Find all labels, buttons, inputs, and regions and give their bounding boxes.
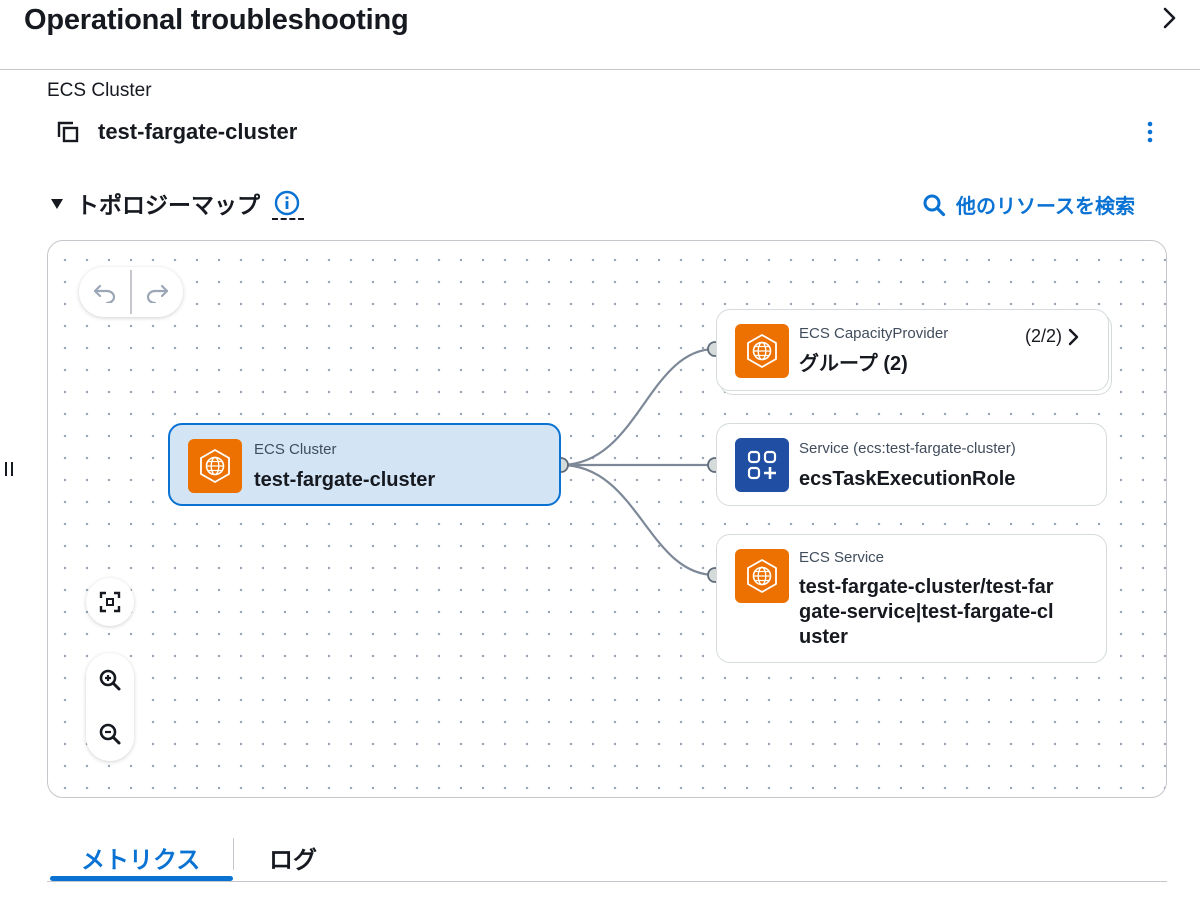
- search-link-label: 他のリソースを検索: [956, 196, 1135, 218]
- node-name-label: test-fargate-cluster/test-far gate-servi…: [799, 576, 1054, 648]
- search-other-resources-link[interactable]: 他のリソースを検索: [922, 190, 1135, 219]
- ecs-globe-icon: [188, 439, 242, 493]
- resource-name: test-fargate-cluster: [98, 119, 298, 144]
- tab-divider: [233, 838, 234, 870]
- more-actions-icon[interactable]: [1140, 118, 1160, 146]
- redo-icon: [147, 284, 169, 303]
- node-count-label: (2/2): [1024, 326, 1062, 346]
- chevron-right-icon[interactable]: [1158, 4, 1182, 32]
- node-type-label: ECS Service: [799, 549, 885, 566]
- active-tab-indicator: [50, 876, 233, 881]
- ecs-globe-icon: [735, 324, 789, 378]
- zoom-controls: [86, 653, 134, 761]
- undo-icon: [93, 284, 115, 303]
- zoom-out-button[interactable]: [86, 707, 134, 761]
- node-type-label: ECS CapacityProvider: [799, 325, 949, 342]
- chevron-right-icon: [1068, 328, 1079, 345]
- tab-logs[interactable]: ログ: [269, 834, 317, 880]
- zoom-in-icon: [99, 669, 121, 691]
- fit-view-button[interactable]: [86, 578, 134, 626]
- fit-view-icon: [99, 591, 121, 613]
- topology-expander[interactable]: トポロジーマップ: [50, 186, 304, 220]
- zoom-in-button[interactable]: [86, 653, 134, 707]
- search-icon: [923, 194, 946, 216]
- topology-node-ecs-cluster[interactable]: ECS Cluster test-fargate-cluster: [168, 423, 561, 506]
- redo-button[interactable]: [132, 267, 183, 317]
- undo-button[interactable]: [79, 267, 130, 317]
- service-grid-icon: [735, 438, 789, 492]
- node-type-label: ECS Cluster: [254, 441, 337, 458]
- resource-type-label: ECS Cluster: [47, 80, 152, 101]
- node-count-badge[interactable]: (2/2): [1025, 326, 1080, 347]
- resize-handle[interactable]: [3, 458, 15, 480]
- tab-metrics[interactable]: メトリクス: [81, 834, 200, 880]
- caret-down-icon: [50, 197, 64, 209]
- history-controls: [79, 267, 183, 317]
- topology-node-capacity-provider[interactable]: ECS CapacityProvider グループ (2) (2/2): [716, 309, 1109, 391]
- detail-tabs: メトリクス ログ: [47, 834, 1167, 882]
- topology-node-service-role[interactable]: Service (ecs:test-fargate-cluster) ecsTa…: [716, 423, 1107, 506]
- zoom-out-icon: [99, 723, 121, 745]
- ecs-globe-icon: [735, 549, 789, 603]
- resource-title-row: test-fargate-cluster: [56, 118, 297, 146]
- node-type-label: Service (ecs:test-fargate-cluster): [799, 440, 1016, 457]
- copy-icon[interactable]: [56, 120, 80, 144]
- node-name-label: ecsTaskExecutionRole: [799, 468, 1016, 490]
- panel-header: Operational troubleshooting: [0, 0, 1200, 70]
- panel-title: Operational troubleshooting: [24, 4, 409, 36]
- node-name-label: グループ (2): [799, 353, 908, 375]
- topology-title: トポロジーマップ: [76, 192, 260, 218]
- node-name-label: test-fargate-cluster: [254, 469, 436, 491]
- info-icon[interactable]: [272, 186, 304, 220]
- topology-canvas[interactable]: ECS Cluster test-fargate-cluster ECS Cap…: [47, 240, 1167, 798]
- topology-node-ecs-service[interactable]: ECS Service test-fargate-cluster/test-fa…: [716, 534, 1107, 663]
